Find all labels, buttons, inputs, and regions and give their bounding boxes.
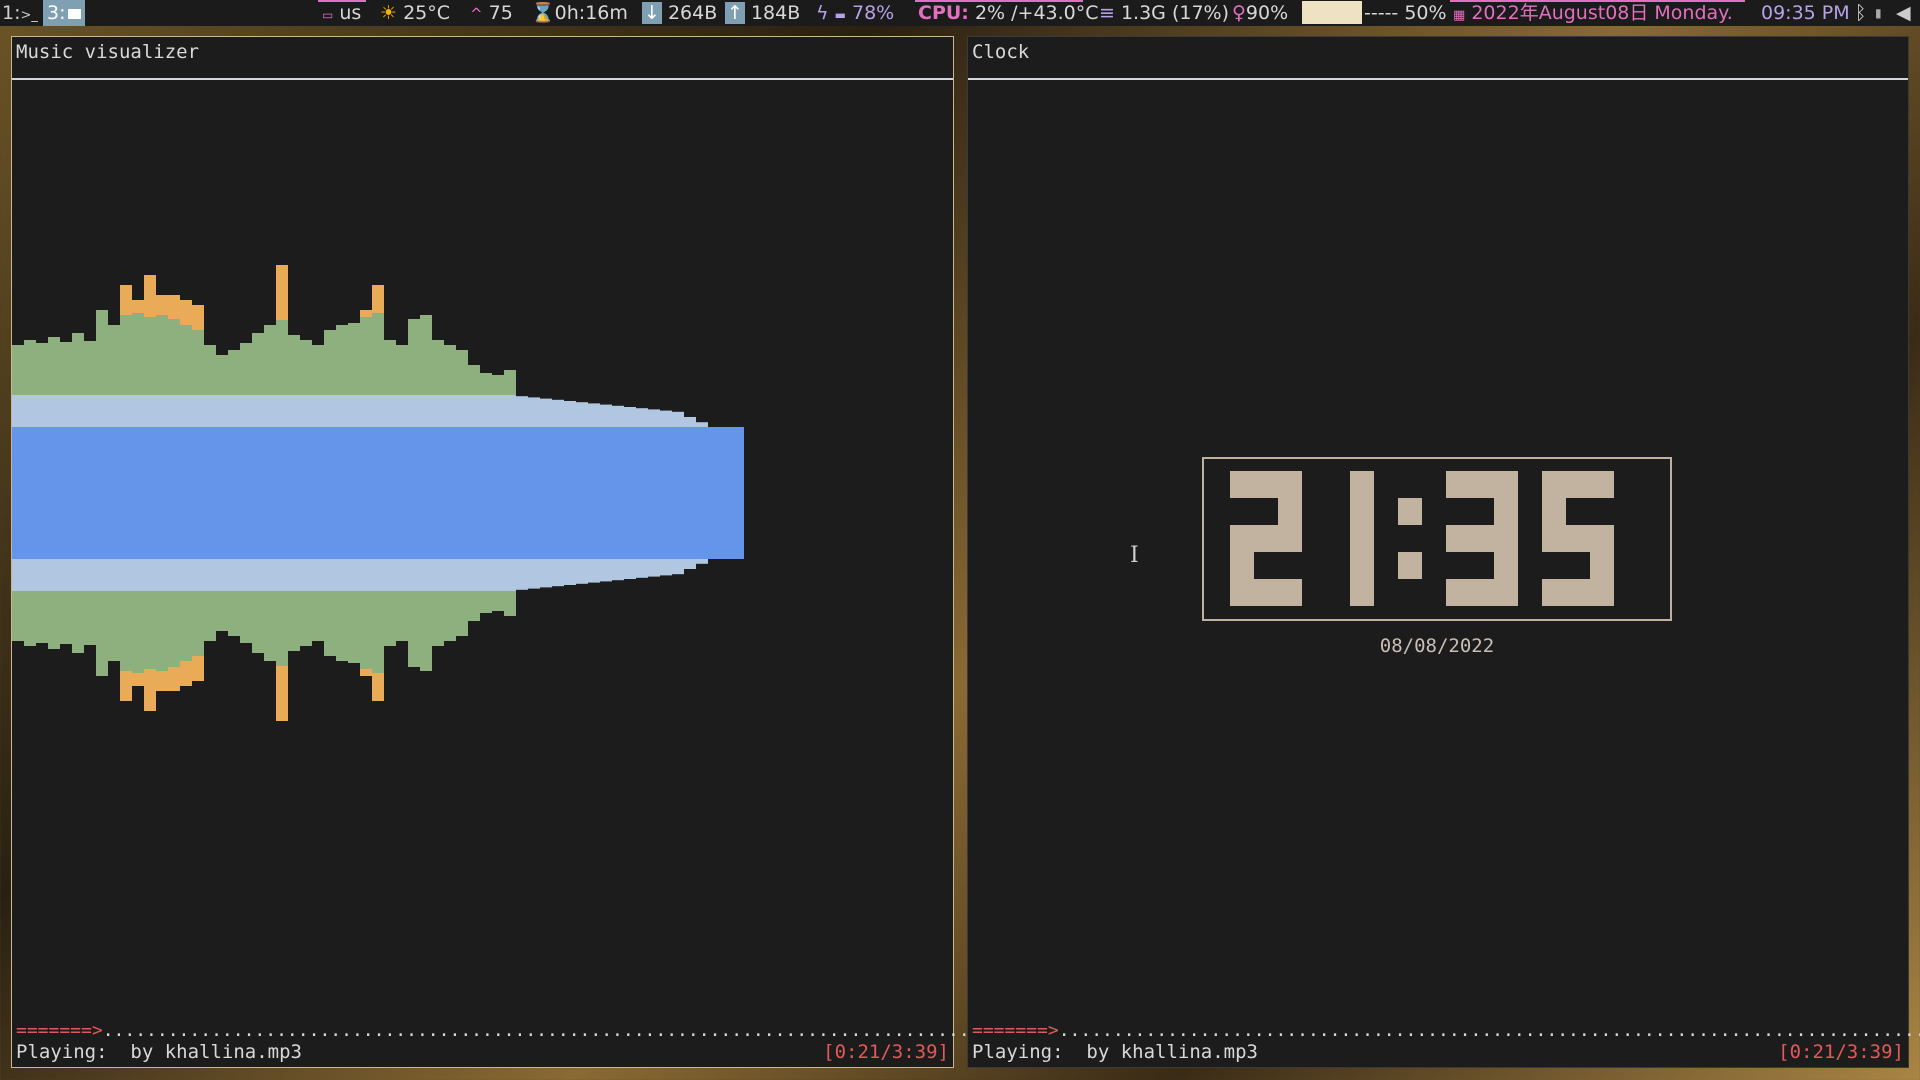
keyboard-layout[interactable]: ▭ us — [322, 0, 361, 26]
hourglass-icon: ⌛ — [531, 2, 555, 24]
now-playing: Playing: by khallina.mp3 — [16, 1041, 302, 1063]
bar-accent-line-date — [1450, 0, 1745, 2]
time-label: 09:35 PM — [1761, 2, 1850, 24]
progress-bar[interactable]: =======>................................… — [972, 1020, 1920, 1041]
weather-label: 25°C — [403, 2, 451, 24]
workspace-1-label: 1: — [2, 2, 21, 24]
volume-label: 50% — [1404, 2, 1447, 24]
weather: ☀ 25°C — [380, 0, 450, 26]
clock-display — [1202, 457, 1672, 621]
bluetooth-icon[interactable]: ᛒ — [1855, 0, 1866, 26]
now-playing: Playing: by khallina.mp3 — [972, 1041, 1258, 1063]
net-down-label: 264B — [667, 2, 718, 24]
net-down: ↓ 264B — [642, 0, 717, 26]
date-label: 2022年August08日 Monday. — [1471, 2, 1733, 24]
terminal-icon: >_ — [20, 8, 38, 23]
playing-label: Playing: — [972, 1041, 1064, 1063]
pane-title: Music visualizer — [16, 41, 200, 63]
net-up-label: 184B — [750, 2, 801, 24]
pane-title: Clock — [972, 41, 1030, 63]
keyboard-icon: ▭ — [322, 8, 334, 22]
uptime: ⌛0h:16m — [531, 0, 628, 26]
clock[interactable]: 09:35 PM — [1761, 0, 1850, 26]
title-divider — [12, 78, 953, 80]
memory-label: 1.3G (17%) — [1120, 2, 1230, 24]
brightness-swatch — [1302, 1, 1362, 24]
progress-track: ........................................… — [102, 1020, 1046, 1041]
track-name: by khallina.mp3 — [130, 1041, 302, 1063]
wifi-icon[interactable]: ▮ — [1875, 0, 1882, 26]
cpu-label: CPU: — [918, 2, 969, 24]
elapsed-time: [0:21/3:39] — [1778, 1041, 1904, 1063]
volume[interactable]: ----- 50% — [1364, 0, 1447, 26]
clock-pane[interactable]: Clock I 08/08/2022 =======>.............… — [967, 36, 1920, 1068]
progress-arrow: =======> — [972, 1020, 1059, 1041]
text-cursor-icon: I — [1130, 543, 1139, 568]
speaker-icon[interactable]: ◀ — [1896, 0, 1911, 26]
sun-icon: ☀ — [380, 2, 398, 24]
memory-icon: ≡ — [1099, 2, 1115, 24]
volume-bar: ----- — [1364, 2, 1399, 24]
battery-label: 78% — [851, 2, 895, 24]
calendar-icon: ▦ — [1453, 8, 1466, 23]
clock-date: 08/08/2022 — [1379, 635, 1495, 657]
workspace-3-label: 3: — [47, 2, 66, 24]
brightness-label: 90% — [1245, 2, 1289, 24]
progress-arrow: =======> — [16, 1020, 103, 1041]
progress-bar[interactable]: =======>................................… — [16, 1020, 1046, 1041]
updates-label: 75 — [488, 2, 513, 24]
folder-icon — [67, 8, 81, 19]
download-icon: ↓ — [642, 2, 662, 24]
cpu: CPU: 2% /+43.0°C — [918, 0, 1099, 26]
upload-icon: ↑ — [725, 2, 745, 24]
track-name: by khallina.mp3 — [1086, 1041, 1258, 1063]
bulb-icon: ♀ — [1232, 2, 1246, 24]
visualizer-pane[interactable]: Music visualizer =======>...............… — [11, 36, 1046, 1068]
bar-accent-line-cpu — [915, 0, 1083, 2]
battery-icon: ▬ — [834, 8, 846, 22]
audio-visualizer — [12, 265, 744, 721]
battery: ϟ ▬ 78% — [816, 0, 894, 26]
net-up: ↑ 184B — [725, 0, 800, 26]
uptime-label: 0h:16m — [554, 2, 628, 24]
status-bar: 1:>_ 3: ▭ us ☀ 25°C ^ 75 ⌛0h:16m ↓ 264B … — [0, 0, 1920, 26]
date[interactable]: ▦ 2022年August08日 Monday. — [1453, 0, 1733, 26]
keyboard-layout-label: us — [339, 2, 362, 24]
memory: ≡ 1.3G (17%) — [1099, 0, 1229, 26]
workspace-3[interactable]: 3: — [43, 0, 85, 26]
elapsed-time: [0:21/3:39] — [823, 1041, 949, 1063]
brightness[interactable]: ♀90% — [1232, 0, 1288, 26]
title-divider — [968, 78, 1908, 80]
cpu-value: 2% /+43.0°C — [974, 2, 1099, 24]
clock-digits — [1230, 471, 1614, 606]
charging-icon: ϟ — [816, 2, 829, 24]
workspace-1[interactable]: 1:>_ — [2, 0, 38, 26]
arrow-up-icon: ^ — [470, 5, 483, 23]
progress-track: ........................................… — [1058, 1020, 1920, 1041]
playing-label: Playing: — [16, 1041, 108, 1063]
updates[interactable]: ^ 75 — [470, 0, 513, 26]
